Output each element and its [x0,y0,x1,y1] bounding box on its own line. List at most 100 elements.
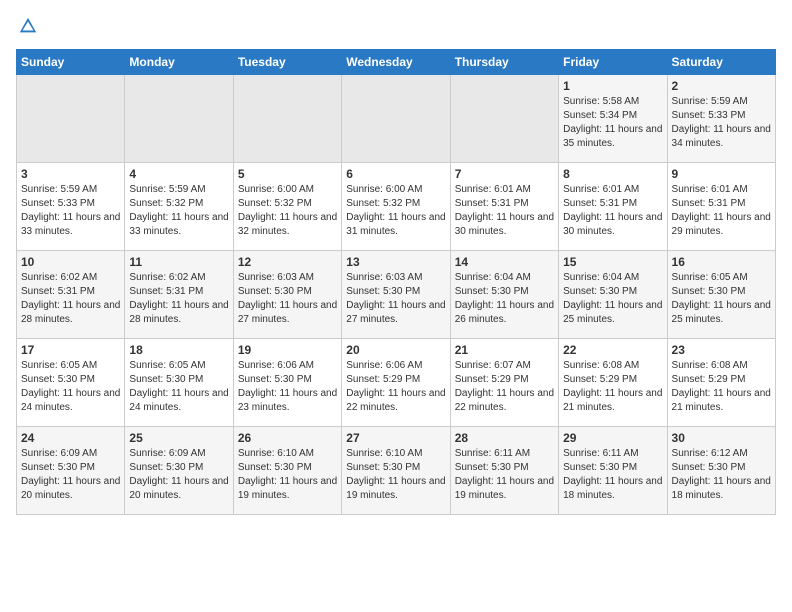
calendar-week-1: 1 Sunrise: 5:58 AM Sunset: 5:34 PM Dayli… [17,75,776,163]
sunset-label: Sunset: 5:34 PM [563,110,637,121]
sunrise-label: Sunrise: 6:03 AM [346,272,422,283]
sunset-label: Sunset: 5:30 PM [563,286,637,297]
day-info: Sunrise: 6:07 AM Sunset: 5:29 PM Dayligh… [455,359,554,415]
daylight-label: Daylight: 11 hours and 20 minutes. [129,476,228,501]
day-info: Sunrise: 6:08 AM Sunset: 5:29 PM Dayligh… [563,359,662,415]
header [16,16,776,41]
day-info: Sunrise: 6:01 AM Sunset: 5:31 PM Dayligh… [455,183,554,239]
sunrise-label: Sunrise: 5:59 AM [129,184,205,195]
calendar-cell [450,75,558,163]
sunset-label: Sunset: 5:30 PM [129,462,203,473]
sunset-label: Sunset: 5:31 PM [129,286,203,297]
daylight-label: Daylight: 11 hours and 21 minutes. [672,388,771,413]
day-number: 2 [672,79,771,93]
day-number: 20 [346,343,445,357]
calendar-cell: 8 Sunrise: 6:01 AM Sunset: 5:31 PM Dayli… [559,163,667,251]
day-number: 29 [563,431,662,445]
sunset-label: Sunset: 5:30 PM [563,462,637,473]
sunset-label: Sunset: 5:30 PM [672,286,746,297]
sunset-label: Sunset: 5:31 PM [563,198,637,209]
sunrise-label: Sunrise: 6:02 AM [21,272,97,283]
calendar-table: SundayMondayTuesdayWednesdayThursdayFrid… [16,49,776,515]
daylight-label: Daylight: 11 hours and 24 minutes. [21,388,120,413]
day-info: Sunrise: 6:05 AM Sunset: 5:30 PM Dayligh… [672,271,771,327]
daylight-label: Daylight: 11 hours and 19 minutes. [455,476,554,501]
calendar-cell: 17 Sunrise: 6:05 AM Sunset: 5:30 PM Dayl… [17,339,125,427]
calendar-cell: 9 Sunrise: 6:01 AM Sunset: 5:31 PM Dayli… [667,163,775,251]
daylight-label: Daylight: 11 hours and 33 minutes. [21,212,120,237]
sunrise-label: Sunrise: 6:04 AM [563,272,639,283]
sunrise-label: Sunrise: 6:09 AM [21,448,97,459]
daylight-label: Daylight: 11 hours and 25 minutes. [672,300,771,325]
daylight-label: Daylight: 11 hours and 34 minutes. [672,124,771,149]
sunset-label: Sunset: 5:30 PM [21,462,95,473]
calendar-cell: 14 Sunrise: 6:04 AM Sunset: 5:30 PM Dayl… [450,251,558,339]
day-info: Sunrise: 6:09 AM Sunset: 5:30 PM Dayligh… [129,447,228,503]
sunrise-label: Sunrise: 6:11 AM [563,448,638,459]
sunrise-label: Sunrise: 6:05 AM [672,272,748,283]
calendar-cell: 6 Sunrise: 6:00 AM Sunset: 5:32 PM Dayli… [342,163,450,251]
day-info: Sunrise: 5:59 AM Sunset: 5:33 PM Dayligh… [672,95,771,151]
sunset-label: Sunset: 5:29 PM [672,374,746,385]
day-number: 25 [129,431,228,445]
day-number: 18 [129,343,228,357]
day-info: Sunrise: 6:11 AM Sunset: 5:30 PM Dayligh… [563,447,662,503]
calendar-cell: 1 Sunrise: 5:58 AM Sunset: 5:34 PM Dayli… [559,75,667,163]
calendar-cell: 27 Sunrise: 6:10 AM Sunset: 5:30 PM Dayl… [342,427,450,515]
calendar-cell: 10 Sunrise: 6:02 AM Sunset: 5:31 PM Dayl… [17,251,125,339]
daylight-label: Daylight: 11 hours and 21 minutes. [563,388,662,413]
calendar-header-monday: Monday [125,50,233,75]
day-number: 26 [238,431,337,445]
daylight-label: Daylight: 11 hours and 22 minutes. [455,388,554,413]
sunset-label: Sunset: 5:31 PM [672,198,746,209]
day-info: Sunrise: 6:10 AM Sunset: 5:30 PM Dayligh… [346,447,445,503]
calendar-header-wednesday: Wednesday [342,50,450,75]
sunrise-label: Sunrise: 6:05 AM [129,360,205,371]
day-info: Sunrise: 6:09 AM Sunset: 5:30 PM Dayligh… [21,447,120,503]
sunrise-label: Sunrise: 5:59 AM [21,184,97,195]
sunset-label: Sunset: 5:30 PM [238,374,312,385]
daylight-label: Daylight: 11 hours and 31 minutes. [346,212,445,237]
day-info: Sunrise: 6:04 AM Sunset: 5:30 PM Dayligh… [563,271,662,327]
day-info: Sunrise: 6:08 AM Sunset: 5:29 PM Dayligh… [672,359,771,415]
calendar-cell: 30 Sunrise: 6:12 AM Sunset: 5:30 PM Dayl… [667,427,775,515]
sunset-label: Sunset: 5:33 PM [672,110,746,121]
calendar-cell: 4 Sunrise: 5:59 AM Sunset: 5:32 PM Dayli… [125,163,233,251]
daylight-label: Daylight: 11 hours and 18 minutes. [672,476,771,501]
calendar-cell: 18 Sunrise: 6:05 AM Sunset: 5:30 PM Dayl… [125,339,233,427]
sunrise-label: Sunrise: 6:01 AM [455,184,531,195]
sunset-label: Sunset: 5:29 PM [346,374,420,385]
calendar-header-saturday: Saturday [667,50,775,75]
daylight-label: Daylight: 11 hours and 28 minutes. [129,300,228,325]
sunset-label: Sunset: 5:30 PM [455,462,529,473]
day-number: 30 [672,431,771,445]
day-number: 5 [238,167,337,181]
sunrise-label: Sunrise: 6:06 AM [238,360,314,371]
sunrise-label: Sunrise: 6:07 AM [455,360,531,371]
sunrise-label: Sunrise: 5:58 AM [563,96,639,107]
sunset-label: Sunset: 5:30 PM [238,462,312,473]
calendar-cell: 16 Sunrise: 6:05 AM Sunset: 5:30 PM Dayl… [667,251,775,339]
calendar-cell [342,75,450,163]
sunrise-label: Sunrise: 6:05 AM [21,360,97,371]
daylight-label: Daylight: 11 hours and 22 minutes. [346,388,445,413]
calendar-cell: 25 Sunrise: 6:09 AM Sunset: 5:30 PM Dayl… [125,427,233,515]
page: SundayMondayTuesdayWednesdayThursdayFrid… [0,0,792,523]
day-number: 10 [21,255,120,269]
daylight-label: Daylight: 11 hours and 23 minutes. [238,388,337,413]
sunset-label: Sunset: 5:31 PM [21,286,95,297]
day-number: 24 [21,431,120,445]
day-number: 3 [21,167,120,181]
day-number: 19 [238,343,337,357]
calendar-cell: 22 Sunrise: 6:08 AM Sunset: 5:29 PM Dayl… [559,339,667,427]
calendar-week-5: 24 Sunrise: 6:09 AM Sunset: 5:30 PM Dayl… [17,427,776,515]
day-number: 6 [346,167,445,181]
day-info: Sunrise: 6:03 AM Sunset: 5:30 PM Dayligh… [238,271,337,327]
day-info: Sunrise: 6:12 AM Sunset: 5:30 PM Dayligh… [672,447,771,503]
day-number: 12 [238,255,337,269]
sunrise-label: Sunrise: 6:08 AM [672,360,748,371]
calendar-cell: 29 Sunrise: 6:11 AM Sunset: 5:30 PM Dayl… [559,427,667,515]
sunset-label: Sunset: 5:33 PM [21,198,95,209]
calendar-week-3: 10 Sunrise: 6:02 AM Sunset: 5:31 PM Dayl… [17,251,776,339]
sunrise-label: Sunrise: 6:08 AM [563,360,639,371]
